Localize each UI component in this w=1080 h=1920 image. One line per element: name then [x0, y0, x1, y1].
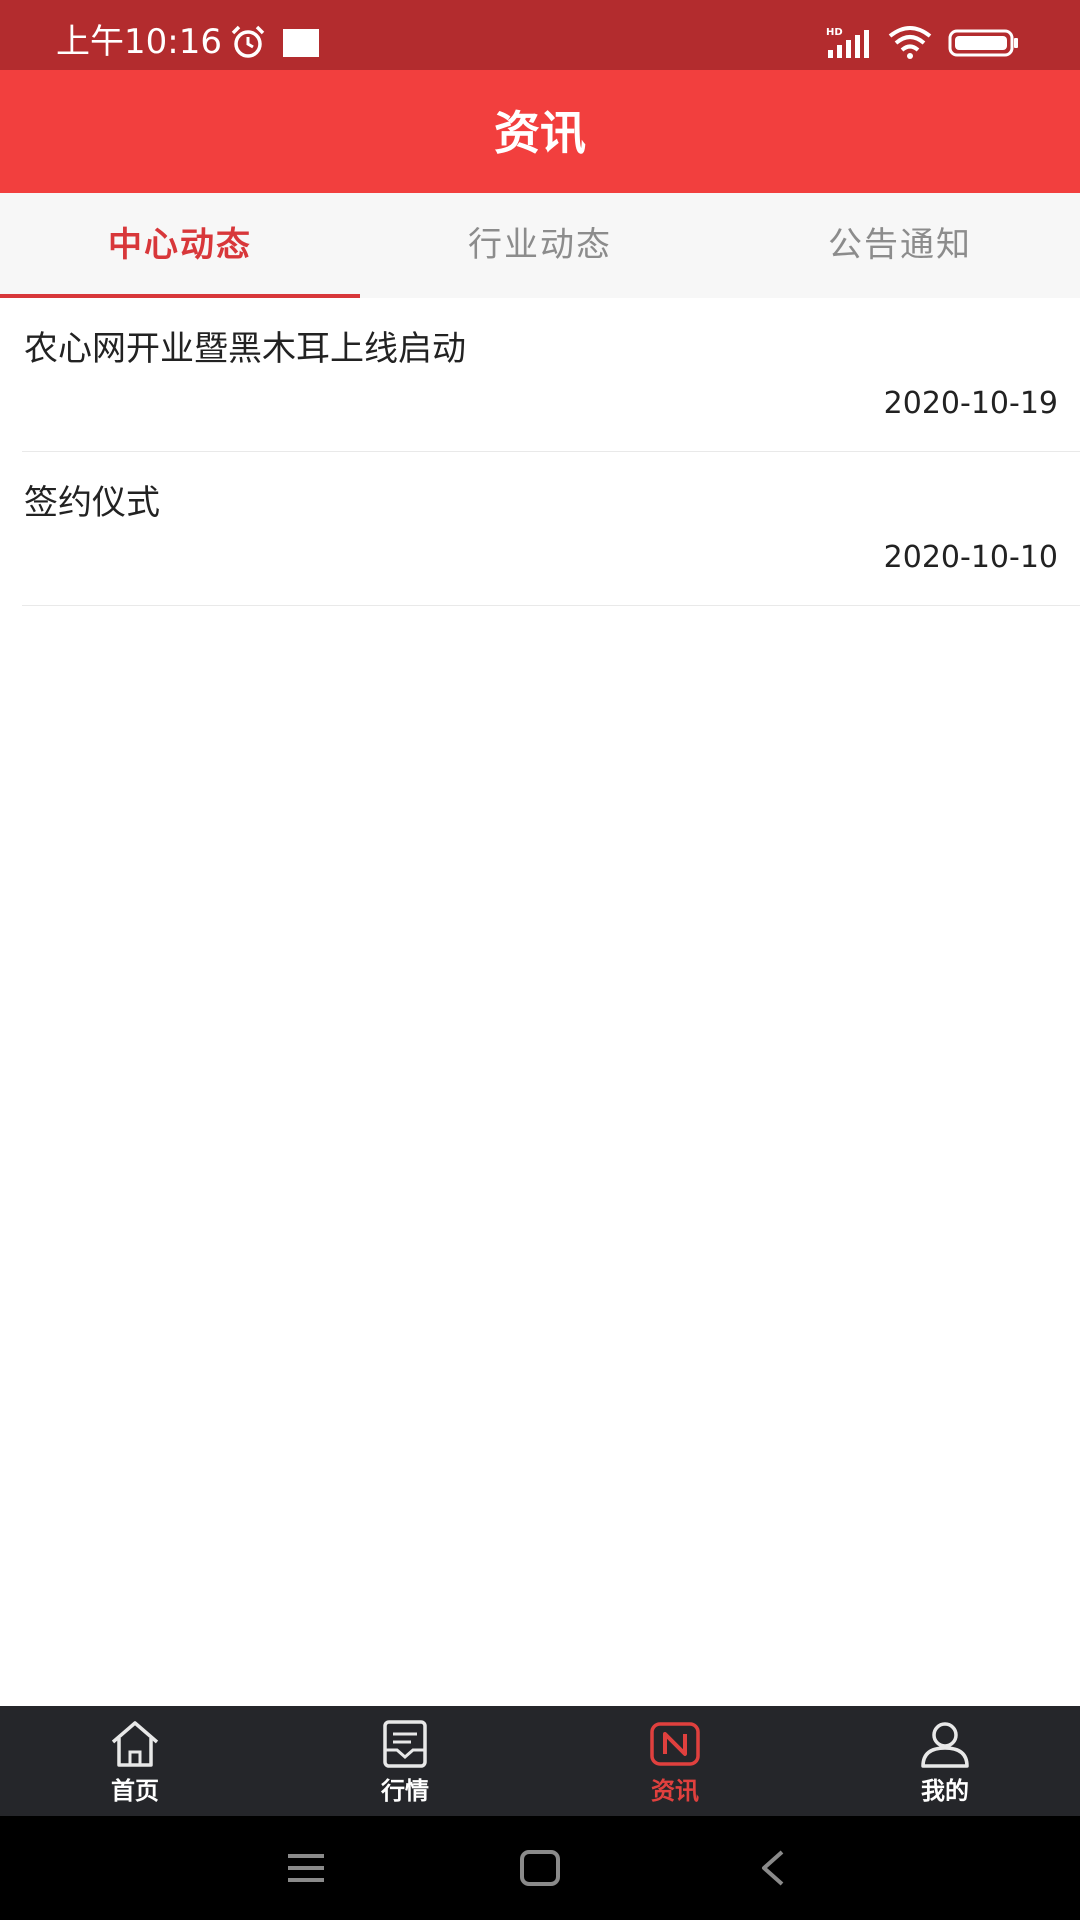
- news-list: 农心网开业暨黑木耳上线启动 2020-10-19 签约仪式 2020-10-10: [0, 298, 1080, 606]
- back-icon[interactable]: [744, 1846, 804, 1890]
- system-nav-bar: [0, 1816, 1080, 1920]
- alarm-icon: [231, 25, 265, 58]
- notification-icon: [283, 29, 319, 57]
- status-time: 上午10:16: [56, 22, 222, 62]
- profile-icon: [921, 1722, 969, 1768]
- signal-hd-icon: HD: [826, 27, 869, 58]
- nav-label: 首页: [111, 1777, 159, 1805]
- list-item[interactable]: 农心网开业暨黑木耳上线启动 2020-10-19: [22, 298, 1080, 452]
- list-item[interactable]: 签约仪式 2020-10-10: [22, 452, 1080, 606]
- news-title: 农心网开业暨黑木耳上线启动: [24, 329, 466, 369]
- tab-industry-news[interactable]: 行业动态: [360, 193, 720, 298]
- news-title: 签约仪式: [24, 483, 160, 523]
- nav-item-news[interactable]: 资讯: [540, 1706, 810, 1816]
- tab-center-news[interactable]: 中心动态: [0, 193, 360, 298]
- wifi-icon: [888, 26, 932, 59]
- market-icon: [383, 1720, 427, 1768]
- home-icon: [111, 1721, 159, 1767]
- nav-item-home[interactable]: 首页: [0, 1706, 270, 1816]
- nav-label: 行情: [381, 1777, 429, 1805]
- nav-label: 资讯: [651, 1777, 699, 1805]
- nav-item-profile[interactable]: 我的: [810, 1706, 1080, 1816]
- tab-announcements[interactable]: 公告通知: [720, 193, 1080, 298]
- home-square-icon[interactable]: [510, 1846, 570, 1890]
- bottom-nav: 首页 行情 资讯 我的: [0, 1706, 1080, 1816]
- status-bar: 上午10:16 HD: [0, 0, 1080, 70]
- nav-item-market[interactable]: 行情: [270, 1706, 540, 1816]
- menu-icon[interactable]: [276, 1846, 336, 1890]
- page-title: 资讯: [494, 106, 586, 160]
- news-date: 2020-10-19: [883, 386, 1058, 421]
- news-icon: [650, 1722, 700, 1766]
- app-header: 资讯: [0, 70, 1080, 193]
- svg-text:HD: HD: [826, 27, 843, 38]
- battery-icon: [948, 29, 1018, 57]
- nav-label: 我的: [921, 1777, 969, 1805]
- news-date: 2020-10-10: [883, 540, 1058, 575]
- tab-bar: 中心动态 行业动态 公告通知: [0, 193, 1080, 298]
